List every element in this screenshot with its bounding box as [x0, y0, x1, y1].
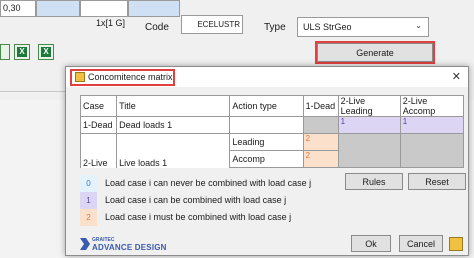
- legend-swatch: 0: [80, 174, 97, 192]
- column-header: Title: [116, 95, 231, 117]
- excel-import-icon[interactable]: X: [14, 44, 30, 60]
- app-icon: [75, 72, 85, 82]
- legend-item: 0 Load case i can never be combined with…: [80, 174, 340, 192]
- matrix-cell[interactable]: 2: [302, 150, 339, 168]
- case-cell: 1-Dead: [79, 116, 118, 134]
- matrix-cell-disabled: [399, 133, 465, 168]
- matrix-cell[interactable]: 1: [337, 116, 401, 134]
- factor-cell-selected[interactable]: [128, 0, 180, 17]
- code-label: Code: [145, 22, 169, 33]
- concomitance-table: Case Title Action type 1-Dead 2-Live Lea…: [79, 95, 465, 168]
- case-cell: 2-Live: [79, 133, 118, 168]
- type-select-value: ULS StrGeo: [303, 22, 352, 32]
- legend-swatch: 1: [80, 191, 97, 209]
- excel-export-icon[interactable]: X: [38, 44, 54, 60]
- matrix-cell-disabled: [302, 116, 339, 134]
- code-input[interactable]: ECELUSTR: [181, 15, 243, 34]
- column-header: 2-Live Accomp: [399, 95, 465, 117]
- help-icon[interactable]: [449, 237, 463, 251]
- legend-swatch: 2: [80, 208, 97, 226]
- chevron-down-icon: ⌄: [415, 21, 422, 30]
- rules-button[interactable]: Rules: [345, 173, 403, 190]
- combination-expression: 1x[1 G]: [95, 18, 125, 28]
- generate-button[interactable]: Generate: [317, 43, 433, 62]
- column-header: Case: [79, 95, 118, 117]
- matrix-cell-disabled: [337, 133, 401, 168]
- matrix-cell[interactable]: 1: [399, 116, 465, 134]
- logo-product: ADVANCE DESIGN: [92, 243, 167, 252]
- type-label: Type: [264, 22, 286, 33]
- matrix-cell[interactable]: 2: [302, 133, 339, 151]
- cancel-button[interactable]: Cancel: [399, 235, 443, 252]
- legend-text: Load case i can never be combined with l…: [105, 178, 312, 188]
- graitec-logo-icon: [80, 238, 90, 250]
- concomitance-dialog: Concomitence matrix ✕ Case Title Action …: [65, 66, 469, 256]
- excel-export-icon[interactable]: [0, 44, 10, 60]
- close-icon[interactable]: ✕: [452, 70, 461, 83]
- legend-text: Load case i must be combined with load c…: [105, 212, 292, 222]
- action-type-cell: [229, 116, 304, 134]
- legend-text: Load case i can be combined with load ca…: [105, 195, 287, 205]
- ok-button[interactable]: Ok: [351, 235, 391, 252]
- reset-button[interactable]: Reset: [408, 173, 466, 190]
- graitec-logo: GRAITEC ADVANCE DESIGN: [80, 237, 200, 253]
- legend-item: 2 Load case i must be combined with load…: [80, 208, 340, 226]
- table-header-row: Case Title Action type 1-Dead 2-Live Lea…: [79, 95, 465, 117]
- action-type-cell: Leading: [229, 133, 304, 151]
- title-cell: Live loads 1: [116, 133, 231, 168]
- table-row: 2-Live Live loads 1 Leading 2: [79, 133, 465, 168]
- dialog-title: Concomitence matrix: [88, 72, 173, 82]
- table-row: 1-Dead Dead loads 1 1 1: [79, 116, 465, 134]
- column-header: Action type: [229, 95, 304, 117]
- column-header: 1-Dead: [302, 95, 339, 117]
- action-type-cell: Accomp: [229, 150, 304, 168]
- title-cell: Dead loads 1: [116, 116, 231, 134]
- column-header: 2-Live Leading: [337, 95, 401, 117]
- type-select[interactable]: ULS StrGeo ⌄: [297, 17, 429, 37]
- dialog-titlebar: Concomitence matrix ✕: [66, 67, 468, 87]
- legend-item: 1 Load case i can be combined with load …: [80, 191, 340, 209]
